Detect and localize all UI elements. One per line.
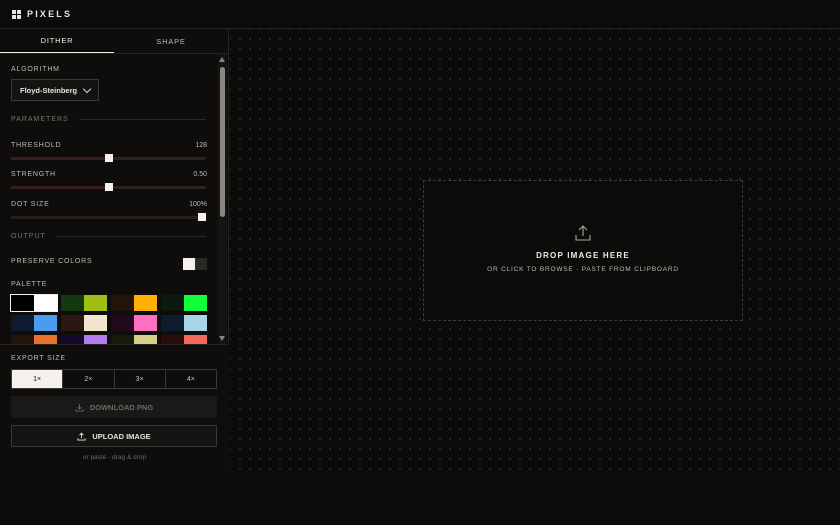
- palette-grid: [10, 294, 207, 344]
- palette-swatch-light: [84, 295, 107, 311]
- image-dropzone[interactable]: DROP IMAGE HERE OR CLICK TO BROWSE · PAS…: [423, 180, 743, 321]
- palette-swatch[interactable]: [61, 295, 107, 311]
- export-size-4x[interactable]: 4×: [166, 370, 216, 388]
- export-size-3x[interactable]: 3×: [115, 370, 166, 388]
- toggle-on-segment: [183, 258, 195, 270]
- algorithm-value: Floyd-Steinberg: [20, 85, 78, 95]
- scroll-up-arrow-icon[interactable]: [219, 57, 225, 62]
- palette-swatch-light: [84, 335, 107, 344]
- threshold-value: 128: [195, 142, 207, 149]
- sidebar: DITHER SHAPE ALGORITHM Floyd-Steinberg P…: [0, 29, 229, 474]
- strength-slider-fill: [11, 186, 109, 189]
- upload-icon: [575, 225, 591, 241]
- palette-swatch[interactable]: [161, 295, 207, 311]
- strength-label: STRENGTH: [11, 171, 56, 178]
- export-size-selector: 1× 2× 3× 4×: [11, 369, 217, 389]
- canvas-area: DROP IMAGE HERE OR CLICK TO BROWSE · PAS…: [230, 29, 840, 474]
- palette-swatch-dark: [11, 295, 34, 311]
- palette-swatch-dark: [61, 315, 84, 331]
- download-png-button[interactable]: DOWNLOAD PNG: [11, 396, 217, 418]
- scrollbar-thumb[interactable]: [220, 67, 225, 217]
- palette-swatch[interactable]: [11, 315, 57, 331]
- palette-swatch-dark: [111, 295, 134, 311]
- tab-dither[interactable]: DITHER: [0, 29, 114, 53]
- dot-size-slider[interactable]: [11, 213, 206, 221]
- palette-swatch[interactable]: [111, 335, 157, 344]
- palette-swatch-light: [34, 335, 57, 344]
- toggle-off-segment: [195, 258, 207, 270]
- download-icon: [75, 403, 84, 412]
- palette-swatch-dark: [11, 335, 34, 344]
- dot-size-slider-fill: [11, 216, 202, 219]
- palette-swatch[interactable]: [61, 335, 107, 344]
- strength-slider-thumb[interactable]: [104, 183, 113, 191]
- upload-image-label: UPLOAD IMAGE: [92, 431, 151, 441]
- palette-swatch-dark: [161, 295, 184, 311]
- export-size-1x[interactable]: 1×: [12, 370, 64, 388]
- palette-swatch-light: [134, 295, 157, 311]
- tab-shape[interactable]: SHAPE: [114, 29, 228, 53]
- palette-swatch[interactable]: [10, 294, 58, 312]
- palette-swatch[interactable]: [111, 295, 157, 311]
- scroll-down-arrow-icon[interactable]: [219, 336, 225, 341]
- top-bar: PIXELS: [0, 0, 840, 29]
- palette-swatch-dark: [11, 315, 34, 331]
- logo-icon: [12, 9, 21, 19]
- parameters-section-title: PARAMETERS: [11, 116, 69, 123]
- dropzone-title: DROP IMAGE HERE: [536, 251, 630, 260]
- export-size-label: EXPORT SIZE: [11, 355, 66, 362]
- palette-swatch-dark: [111, 315, 134, 331]
- strength-value: 0.50: [193, 171, 207, 178]
- palette-swatch-dark: [111, 335, 134, 344]
- palette-swatch-dark: [161, 315, 184, 331]
- palette-swatch-light: [34, 315, 57, 331]
- threshold-slider[interactable]: [11, 154, 206, 162]
- palette-swatch-light: [134, 315, 157, 331]
- settings-panel: ALGORITHM Floyd-Steinberg PARAMETERS THR…: [0, 54, 229, 344]
- palette-swatch[interactable]: [11, 335, 57, 344]
- output-section: OUTPUT: [11, 233, 206, 240]
- output-section-title: OUTPUT: [11, 233, 46, 240]
- app-brand: PIXELS: [27, 9, 73, 19]
- palette-swatch-dark: [161, 335, 184, 344]
- palette-swatch-dark: [61, 335, 84, 344]
- dot-size-label: DOT SIZE: [11, 201, 50, 208]
- dot-size-value: 100%: [189, 201, 207, 208]
- upload-icon: [77, 432, 86, 441]
- download-png-label: DOWNLOAD PNG: [89, 402, 154, 412]
- dot-size-slider-thumb[interactable]: [198, 213, 206, 221]
- chevron-down-icon: [82, 84, 92, 94]
- palette-swatch[interactable]: [161, 315, 207, 331]
- palette-swatch-light: [84, 315, 107, 331]
- threshold-slider-fill: [11, 157, 109, 160]
- palette-swatch-light: [184, 335, 207, 344]
- parameters-section: PARAMETERS: [11, 116, 206, 123]
- palette-swatch-light: [184, 295, 207, 311]
- palette-swatch-dark: [61, 295, 84, 311]
- algorithm-select[interactable]: Floyd-Steinberg: [11, 79, 99, 101]
- threshold-slider-thumb[interactable]: [104, 154, 113, 162]
- sidebar-scrollbar[interactable]: [218, 54, 227, 344]
- threshold-label: THRESHOLD: [11, 142, 62, 149]
- palette-swatch[interactable]: [161, 335, 207, 344]
- palette-label: PALETTE: [11, 281, 48, 288]
- palette-swatch-light: [184, 315, 207, 331]
- export-panel: EXPORT SIZE 1× 2× 3× 4× DOWNLOAD PNG UPL…: [0, 344, 229, 474]
- dropzone-subtitle: OR CLICK TO BROWSE · PASTE FROM CLIPBOAR…: [487, 266, 679, 273]
- preserve-colors-toggle[interactable]: [183, 258, 207, 270]
- strength-slider[interactable]: [11, 183, 206, 191]
- palette-swatch[interactable]: [61, 315, 107, 331]
- upload-hint: or paste · drag & drop: [82, 454, 147, 461]
- algorithm-label: ALGORITHM: [11, 66, 60, 73]
- export-size-2x[interactable]: 2×: [63, 370, 115, 388]
- palette-swatch-light: [134, 335, 157, 344]
- preserve-colors-label: PRESERVE COLORS: [11, 258, 93, 265]
- tab-bar: DITHER SHAPE: [0, 29, 228, 54]
- palette-swatch-light: [34, 295, 57, 311]
- palette-swatch[interactable]: [111, 315, 157, 331]
- upload-image-button[interactable]: UPLOAD IMAGE: [11, 425, 217, 447]
